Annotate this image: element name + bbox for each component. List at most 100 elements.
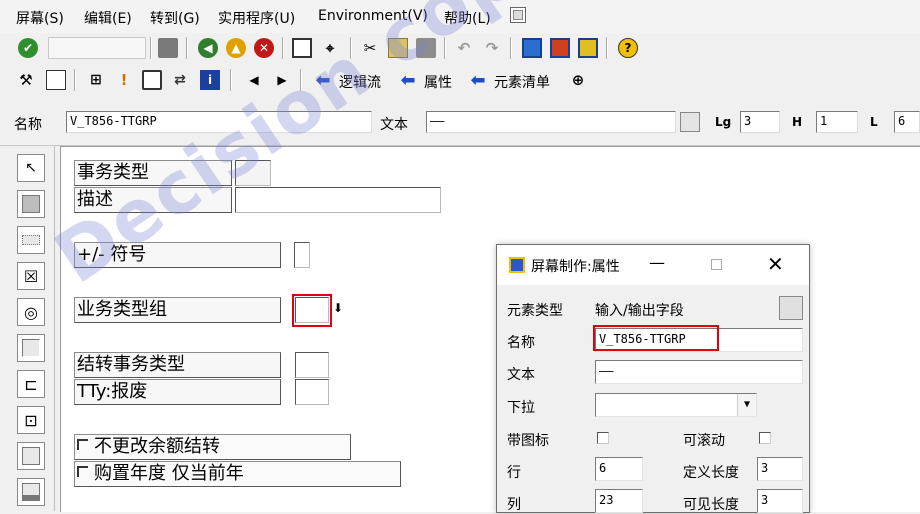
text-field[interactable]: —— xyxy=(426,111,676,133)
layout-icon[interactable] xyxy=(522,38,542,58)
find-icon[interactable]: ⌖ xyxy=(320,38,340,58)
separator xyxy=(186,37,188,59)
box-tool-icon[interactable] xyxy=(17,442,45,470)
tabstrip-tool-icon[interactable]: ⊏ xyxy=(17,370,45,398)
menu-edit[interactable]: 编辑(E) xyxy=(84,8,132,28)
help-icon[interactable]: ? xyxy=(618,38,638,58)
dialog-title: 屏幕制作:属性 xyxy=(531,259,620,275)
application-toolbar: ⚒ ⊞ ! ⇄ i ◀ ▶ ⬅ 逻辑流 ⬅ 属性 ⬅ 元素清单 ⊕ xyxy=(0,63,920,98)
magic-wand-icon[interactable]: ⚒ xyxy=(16,70,36,90)
standard-toolbar: ✔ ◀ ▲ ✕ ⌖ ✂ ↶ ↷ ? xyxy=(0,33,920,64)
defined-length-field[interactable]: 3 xyxy=(757,457,803,481)
text-edit-icon[interactable] xyxy=(680,112,700,132)
txn-type-field[interactable] xyxy=(235,160,271,186)
form-icon[interactable] xyxy=(142,70,162,90)
with-icon-label: 带图标 xyxy=(507,433,549,449)
dictionary-icon[interactable] xyxy=(46,70,66,90)
txn-type-label[interactable]: 事务类型 xyxy=(74,160,232,186)
search-help-icon[interactable]: ⬇ xyxy=(333,301,343,315)
screen-icon[interactable] xyxy=(550,38,570,58)
element-type-button-icon[interactable] xyxy=(779,296,803,320)
text-tool-icon[interactable] xyxy=(17,190,45,218)
sign-field[interactable] xyxy=(294,242,310,268)
radio-tool-icon[interactable]: ◎ xyxy=(17,298,45,326)
paste-icon[interactable] xyxy=(416,38,436,58)
text-field[interactable]: —— xyxy=(595,360,803,384)
separator xyxy=(444,37,446,59)
name-field[interactable]: V_T856-TTGRP xyxy=(66,111,372,133)
highlight-box xyxy=(593,325,719,351)
scrap-label[interactable]: TTy:报废 xyxy=(74,379,281,405)
hierarchy-icon[interactable]: ⊞ xyxy=(86,70,106,90)
lg-field[interactable]: 3 xyxy=(740,111,780,133)
marker-icon[interactable]: ! xyxy=(114,70,134,90)
with-icon-checkbox[interactable] xyxy=(597,432,609,444)
acquisition-year-checkbox[interactable]: 购置年度 仅当前年 xyxy=(74,461,401,487)
no-change-balance-checkbox[interactable]: 不更改余额结转 xyxy=(74,434,351,460)
move-icon[interactable]: ⇄ xyxy=(170,70,190,90)
separator xyxy=(350,37,352,59)
highlight-box xyxy=(292,294,332,327)
business-type-group-label[interactable]: 业务类型组 xyxy=(74,297,281,323)
pushbutton-tool-icon[interactable] xyxy=(17,334,45,362)
scrollable-checkbox[interactable] xyxy=(759,432,771,444)
back-icon[interactable]: ◀ xyxy=(198,38,218,58)
description-field[interactable] xyxy=(235,187,441,213)
dialog-titlebar[interactable]: 屏幕制作:属性 — ✕ xyxy=(497,245,809,285)
redo-icon[interactable]: ↷ xyxy=(482,38,502,58)
screen-elements-icon[interactable]: ⊕ xyxy=(568,70,588,90)
menu-screen[interactable]: 屏幕(S) xyxy=(16,8,64,28)
close-icon[interactable]: ✕ xyxy=(767,252,784,276)
window-icon[interactable] xyxy=(578,38,598,58)
info-icon[interactable]: i xyxy=(200,70,220,90)
menu-environment[interactable]: Environment(V) xyxy=(318,8,428,24)
description-label[interactable]: 描述 xyxy=(74,187,232,213)
table-control-tool-icon[interactable] xyxy=(17,478,45,506)
dropdown-select[interactable]: ▼ xyxy=(595,393,757,417)
h-field[interactable]: 1 xyxy=(816,111,858,133)
element-type-value: 输入/输出字段 xyxy=(595,303,684,319)
lg-label: Lg xyxy=(715,115,732,129)
visible-length-field[interactable]: 3 xyxy=(757,489,803,513)
next-icon[interactable]: ▶ xyxy=(272,70,292,90)
element-list-button[interactable]: 元素清单 xyxy=(494,72,550,92)
undo-icon[interactable]: ↶ xyxy=(454,38,474,58)
enter-check-icon[interactable]: ✔ xyxy=(18,38,38,58)
exit-icon[interactable]: ▲ xyxy=(226,38,246,58)
attributes-dialog: 屏幕制作:属性 — ✕ 元素类型 输入/输出字段 名称 V_T856-TTGRP… xyxy=(496,244,810,513)
separator xyxy=(300,69,302,91)
transfer-txn-type-label[interactable]: 结转事务类型 xyxy=(74,352,281,378)
maximize-icon[interactable] xyxy=(711,259,722,270)
menu-goto[interactable]: 转到(G) xyxy=(150,8,200,28)
menu-utilities[interactable]: 实用程序(U) xyxy=(218,8,295,28)
pointer-tool-icon[interactable]: ↖ xyxy=(17,154,45,182)
print-icon[interactable] xyxy=(292,38,312,58)
copy-icon[interactable] xyxy=(388,38,408,58)
checkbox-tool-icon[interactable]: ☒ xyxy=(17,262,45,290)
menu-help[interactable]: 帮助(L) xyxy=(444,8,491,28)
window-menu-icon[interactable] xyxy=(510,7,526,23)
column-field[interactable]: 23 xyxy=(595,489,643,513)
cancel-icon[interactable]: ✕ xyxy=(254,38,274,58)
cut-icon[interactable]: ✂ xyxy=(360,38,380,58)
row-field[interactable]: 6 xyxy=(595,457,643,481)
scrap-field[interactable] xyxy=(295,379,329,405)
transfer-txn-type-field[interactable] xyxy=(295,352,329,378)
scrollable-label: 可滚动 xyxy=(683,433,725,449)
subscreen-tool-icon[interactable]: ⊡ xyxy=(17,406,45,434)
logic-flow-button[interactable]: 逻辑流 xyxy=(339,72,381,92)
app-icon xyxy=(509,257,525,273)
minimize-icon[interactable]: — xyxy=(649,253,665,272)
save-icon[interactable] xyxy=(158,38,178,58)
l-field[interactable]: 6 xyxy=(894,111,920,133)
chevron-down-icon[interactable]: ▼ xyxy=(737,394,756,416)
command-field[interactable] xyxy=(48,37,146,59)
sign-label[interactable]: +/- 符号 xyxy=(74,242,281,268)
separator xyxy=(510,37,512,59)
previous-icon[interactable]: ◀ xyxy=(244,70,264,90)
arrow-left-icon: ⬅ xyxy=(400,69,416,91)
input-field-tool-icon[interactable] xyxy=(17,226,45,254)
element-type-label: 元素类型 xyxy=(507,303,563,319)
attributes-button[interactable]: 属性 xyxy=(424,72,452,92)
checkbox-icon xyxy=(77,466,88,477)
